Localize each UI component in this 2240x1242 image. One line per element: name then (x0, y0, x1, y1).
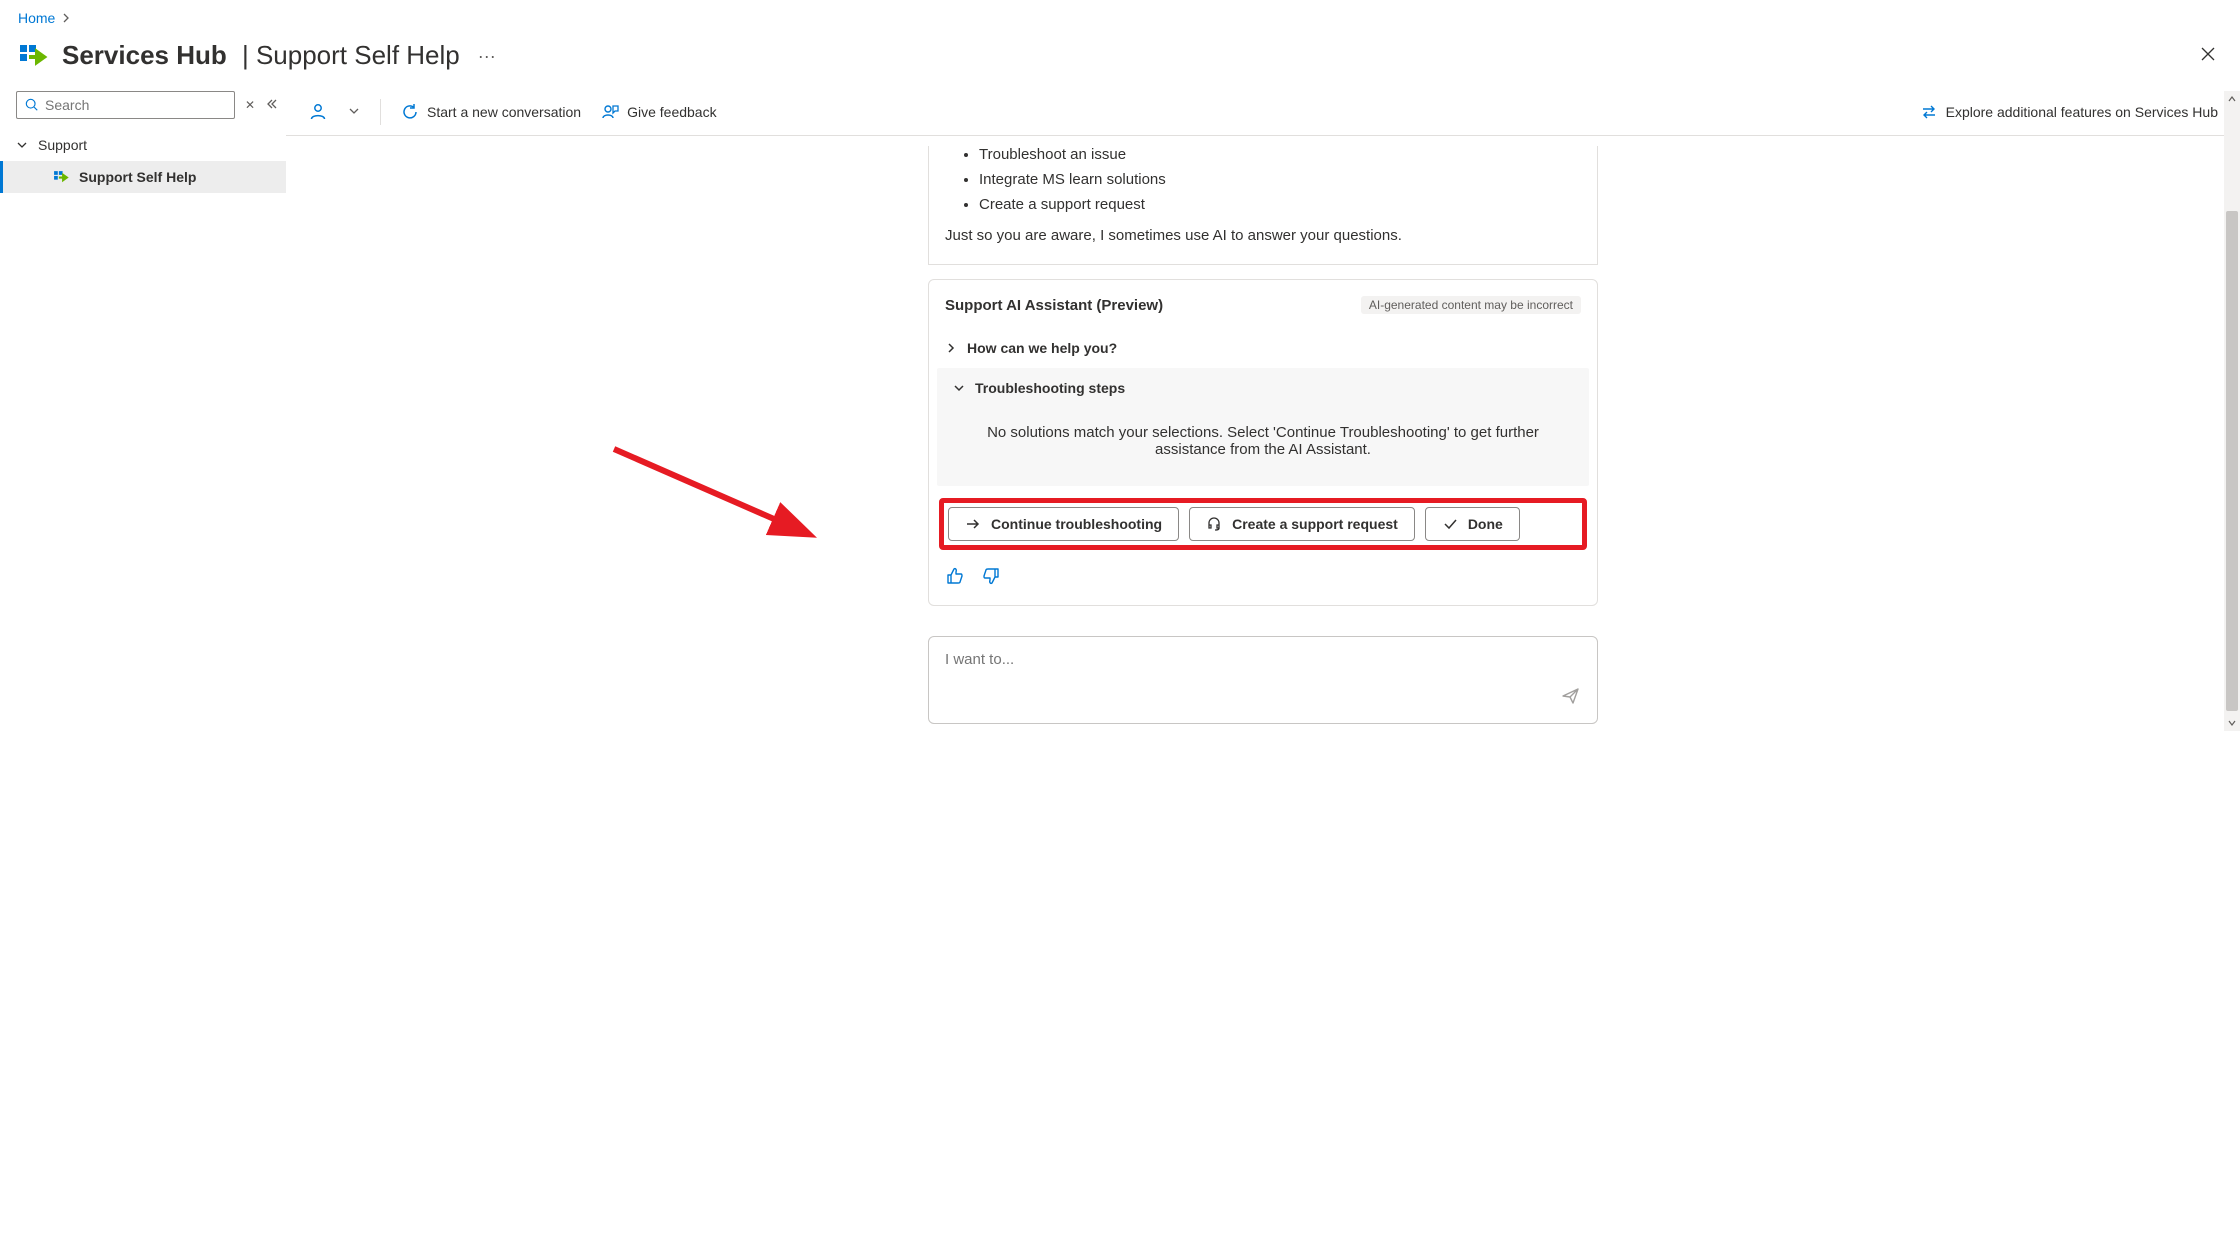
section-label: Troubleshooting steps (975, 380, 1125, 396)
services-hub-small-icon (53, 169, 69, 185)
collapse-sidebar-icon[interactable] (265, 98, 277, 113)
toolbar-label: Give feedback (627, 104, 717, 120)
ai-title: Support AI Assistant (Preview) (945, 297, 1163, 314)
search-icon (25, 98, 39, 112)
ai-response-card: Support AI Assistant (Preview) AI-genera… (928, 279, 1598, 606)
sidebar-item-support-self-help[interactable]: Support Self Help (0, 161, 286, 193)
scrollbar-thumb[interactable] (2226, 211, 2238, 711)
ai-disclaimer-badge: AI-generated content may be incorrect (1361, 296, 1581, 314)
scroll-down-icon[interactable] (2224, 715, 2240, 731)
done-button[interactable]: Done (1425, 507, 1520, 541)
close-icon[interactable] (2194, 40, 2222, 71)
button-label: Create a support request (1232, 516, 1398, 532)
section-label: How can we help you? (967, 340, 1117, 356)
annotation-arrow (606, 441, 826, 551)
button-label: Continue troubleshooting (991, 516, 1162, 532)
sidebar-item-label: Support Self Help (79, 169, 196, 185)
swap-icon (1920, 103, 1938, 121)
send-icon[interactable] (1561, 686, 1581, 709)
chevron-down-icon (953, 382, 965, 394)
button-label: Done (1468, 516, 1503, 532)
toolbar-label: Start a new conversation (427, 104, 581, 120)
troubleshooting-body: No solutions match your selections. Sele… (937, 408, 1589, 486)
question-section-header[interactable]: How can we help you? (929, 328, 1597, 368)
intro-card: Troubleshoot an issue Integrate MS learn… (928, 146, 1598, 265)
intro-note: Just so you are aware, I sometimes use A… (943, 227, 1583, 244)
intro-bullet: Integrate MS learn solutions (979, 171, 1583, 188)
sidebar-group-label: Support (38, 137, 87, 153)
scroll-up-icon[interactable] (2224, 91, 2240, 107)
arrow-right-icon (965, 516, 981, 532)
give-feedback-button[interactable]: Give feedback (601, 103, 717, 121)
troubleshooting-section-header[interactable]: Troubleshooting steps (937, 368, 1589, 408)
continue-troubleshooting-button[interactable]: Continue troubleshooting (948, 507, 1179, 541)
search-input[interactable] (16, 91, 235, 119)
breadcrumb: Home (0, 0, 2240, 26)
toolbar-label: Explore additional features on Services … (1946, 104, 2218, 120)
thumbs-down-icon[interactable] (981, 566, 1001, 589)
scrollbar[interactable] (2224, 91, 2240, 731)
clear-search-icon[interactable]: ✕ (245, 98, 255, 112)
chevron-right-icon (945, 342, 957, 354)
profile-icon[interactable] (308, 101, 328, 124)
annotation-highlight: Continue troubleshooting Create a suppor… (939, 498, 1587, 550)
thumbs-up-icon[interactable] (945, 566, 965, 589)
headset-icon (1206, 516, 1222, 532)
start-conversation-button[interactable]: Start a new conversation (401, 103, 581, 121)
more-options-icon[interactable]: ··· (474, 43, 500, 69)
sidebar-group-support[interactable]: Support (0, 129, 286, 161)
sidebar: ✕ Support Support Self Help (0, 91, 286, 736)
feedback-icon (601, 103, 619, 121)
checkmark-icon (1442, 516, 1458, 532)
intro-bullet: Troubleshoot an issue (979, 146, 1583, 163)
page-subtitle: | Support Self Help (235, 40, 460, 71)
services-hub-icon (18, 41, 48, 71)
chevron-down-icon[interactable] (348, 104, 360, 120)
intro-bullet: Create a support request (979, 196, 1583, 213)
explore-features-link[interactable]: Explore additional features on Services … (1920, 103, 2218, 121)
chat-input[interactable] (928, 636, 1598, 724)
chevron-down-icon (16, 139, 28, 151)
divider (380, 99, 381, 125)
breadcrumb-home[interactable]: Home (18, 10, 55, 26)
page-header: Services Hub | Support Self Help ··· (0, 26, 2240, 91)
chevron-right-icon (61, 10, 71, 26)
page-title: Services Hub (62, 40, 227, 71)
create-support-request-button[interactable]: Create a support request (1189, 507, 1415, 541)
refresh-icon (401, 103, 419, 121)
main-content: Start a new conversation Give feedback E… (286, 91, 2240, 736)
content-toolbar: Start a new conversation Give feedback E… (286, 91, 2240, 136)
